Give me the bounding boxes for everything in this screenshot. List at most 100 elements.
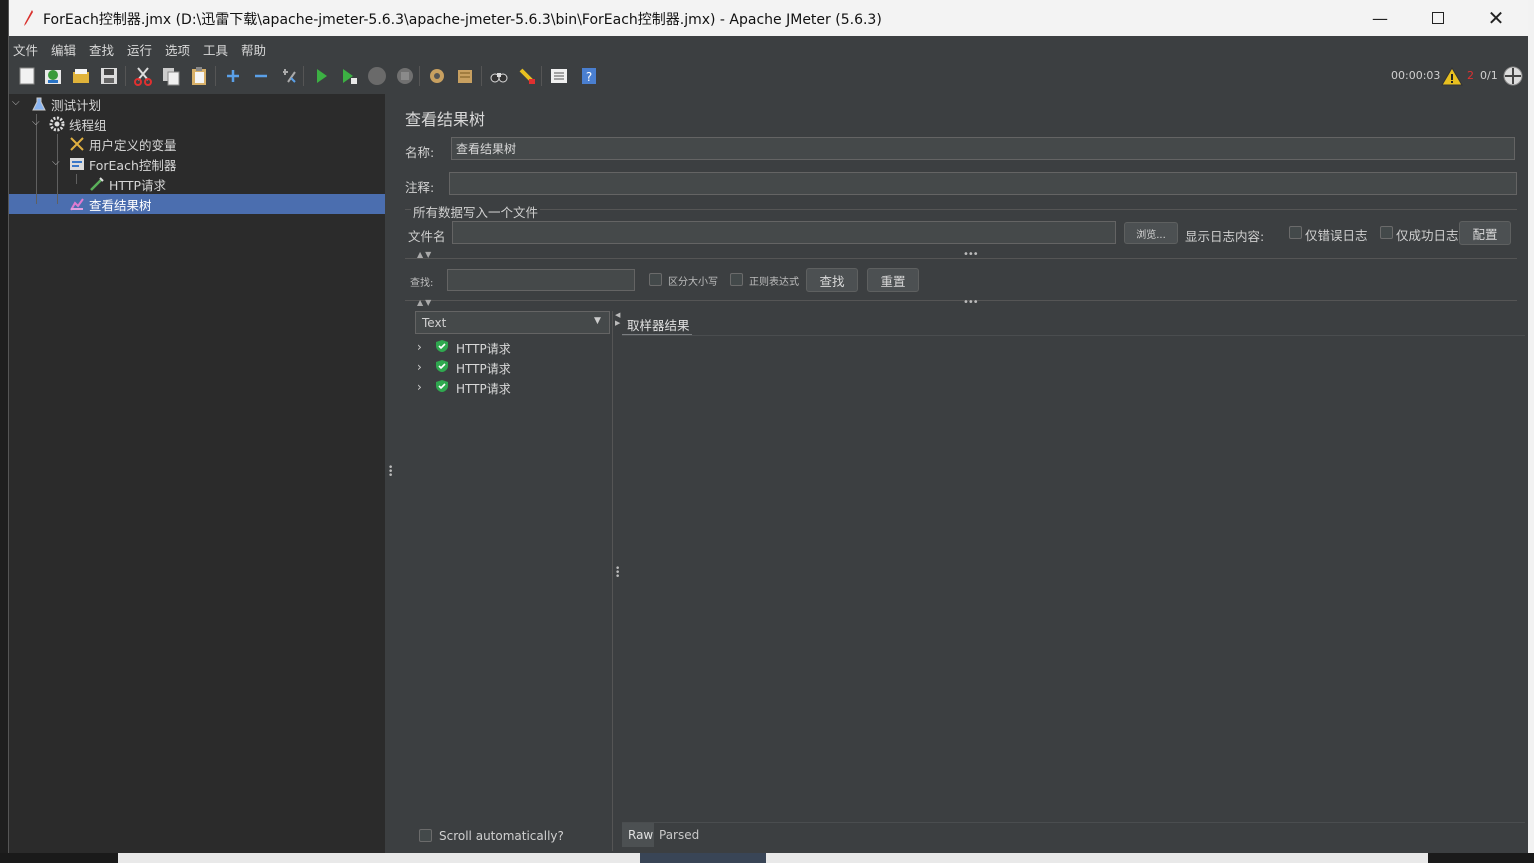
toolbar-separator	[541, 66, 542, 86]
case-sensitive-checkbox[interactable]	[649, 273, 662, 286]
jmeter-feather-icon	[24, 10, 33, 26]
menu-file[interactable]: 文件	[13, 40, 38, 59]
search-label: 查找:	[410, 278, 434, 289]
tree-item-label: 用户定义的变量	[89, 137, 177, 153]
pipette-icon	[90, 177, 104, 191]
collapse-arrows[interactable]: ◀ ▶	[615, 311, 620, 327]
tree-item-thread-group[interactable]: 线程组	[49, 114, 107, 134]
close-button[interactable]: ✕	[1467, 0, 1525, 36]
collapse-icon[interactable]	[251, 66, 271, 86]
collapse-arrows[interactable]: ▲▼	[417, 298, 433, 307]
close-icon: ✕	[1487, 6, 1505, 30]
search-input[interactable]	[447, 269, 635, 291]
tab-label: Raw	[628, 828, 654, 842]
clear-icon[interactable]	[427, 66, 447, 86]
divider	[622, 822, 1525, 823]
minimize-button[interactable]: —	[1351, 0, 1409, 36]
start-icon[interactable]	[311, 66, 331, 86]
tab-parsed[interactable]: Parsed	[655, 823, 699, 847]
tree-item-http-request[interactable]: HTTP请求	[89, 174, 166, 194]
toolbar-separator	[215, 66, 216, 86]
result-item-label[interactable]: HTTP请求	[456, 380, 511, 397]
filename-field[interactable]	[452, 221, 1116, 244]
chevron-down-icon[interactable]: ⌵	[52, 157, 62, 168]
function-helper-icon[interactable]	[549, 66, 569, 86]
menu-tools[interactable]: 工具	[203, 40, 228, 59]
start-no-pause-icon[interactable]	[339, 66, 359, 86]
comment-field[interactable]	[449, 172, 1517, 195]
menu-edit[interactable]: 编辑	[51, 40, 76, 59]
maximize-button[interactable]	[1409, 0, 1467, 36]
warning-icon[interactable]	[1441, 66, 1463, 86]
tab-sampler-result[interactable]: 取样器结果	[622, 312, 692, 336]
chevron-down-icon: ▼	[594, 316, 601, 326]
paste-icon[interactable]	[189, 66, 209, 86]
tab-raw[interactable]: Raw	[622, 823, 654, 847]
result-splitter[interactable]: ◀ ▶ • • •	[612, 311, 621, 851]
tree-item-results-tree[interactable]: 查看结果树	[69, 194, 152, 214]
find-button[interactable]: 查找	[806, 268, 858, 292]
shutdown-icon[interactable]	[395, 66, 415, 86]
toolbar-separator	[303, 66, 304, 86]
comment-label: 注释:	[405, 180, 435, 195]
scroll-automatically-label: Scroll automatically?	[439, 829, 564, 843]
flask-icon	[32, 97, 46, 111]
main-splitter[interactable]: • • •	[385, 94, 393, 853]
renderer-select[interactable]: Text ▼	[415, 311, 610, 334]
errors-only-checkbox[interactable]	[1289, 226, 1302, 239]
chevron-right-icon[interactable]: ›	[417, 340, 422, 354]
tab-underline	[622, 335, 1525, 336]
stop-icon[interactable]	[367, 66, 387, 86]
reset-search-icon[interactable]	[517, 66, 537, 86]
save-icon[interactable]	[99, 66, 119, 86]
chevron-right-icon[interactable]: ›	[417, 380, 422, 394]
file-section-title: 所有数据写入一个文件	[411, 202, 541, 221]
tree-item-test-plan[interactable]: 测试计划	[31, 94, 101, 114]
menu-help[interactable]: 帮助	[241, 40, 266, 59]
result-item-label[interactable]: HTTP请求	[456, 360, 511, 377]
splitter-grip[interactable]: •••	[963, 297, 979, 308]
tree-item-user-variables[interactable]: 用户定义的变量	[69, 134, 177, 154]
desktop-background-right	[1527, 0, 1534, 863]
configure-button[interactable]: 配置	[1459, 221, 1511, 245]
result-item-label[interactable]: HTTP请求	[456, 340, 511, 357]
controller-icon	[70, 158, 84, 170]
regex-checkbox[interactable]	[730, 273, 743, 286]
tree-item-foreach-controller[interactable]: ForEach控制器	[69, 154, 176, 174]
reset-button[interactable]: 重置	[867, 268, 919, 292]
search-icon[interactable]	[489, 66, 509, 86]
regex-label: 正则表达式	[749, 277, 799, 288]
divider	[405, 300, 1517, 301]
renderer-selected-value: Text	[422, 316, 447, 330]
browse-button[interactable]: 浏览...	[1124, 222, 1178, 244]
toolbar-separator	[481, 66, 482, 86]
title-bar[interactable]: ForEach控制器.jmx (D:\迅雷下载\apache-jmeter-5.…	[9, 0, 1528, 36]
scroll-automatically-checkbox[interactable]	[419, 829, 432, 842]
splitter-grip: • • •	[615, 564, 621, 582]
page-title: 查看结果树	[405, 110, 486, 129]
copy-icon[interactable]	[161, 66, 181, 86]
new-icon[interactable]	[17, 66, 37, 86]
window-title: ForEach控制器.jmx (D:\迅雷下载\apache-jmeter-5.…	[43, 12, 882, 28]
menu-run[interactable]: 运行	[127, 40, 152, 59]
chevron-right-icon[interactable]: ›	[417, 360, 422, 374]
jmeter-window: ForEach控制器.jmx (D:\迅雷下载\apache-jmeter-5.…	[8, 0, 1528, 853]
warning-count: 2	[1467, 69, 1474, 82]
menu-options[interactable]: 选项	[165, 40, 190, 59]
toggle-icon[interactable]	[279, 66, 299, 86]
cut-icon[interactable]	[133, 66, 153, 86]
expand-icon[interactable]	[223, 66, 243, 86]
chevron-down-icon[interactable]: ⌵	[32, 117, 42, 128]
tab-label: 取样器结果	[627, 318, 690, 333]
name-field[interactable]	[451, 137, 1515, 160]
clear-all-icon[interactable]	[455, 66, 475, 86]
gear-icon	[49, 116, 65, 132]
help-icon[interactable]: ?	[579, 66, 599, 86]
open-icon[interactable]	[71, 66, 91, 86]
chevron-down-icon[interactable]: ⌵	[12, 97, 22, 108]
menu-search[interactable]: 查找	[89, 40, 114, 59]
tree-item-label: 测试计划	[51, 97, 102, 113]
templates-icon[interactable]	[43, 66, 63, 86]
success-only-checkbox[interactable]	[1380, 226, 1393, 239]
desktop-background	[0, 0, 8, 863]
